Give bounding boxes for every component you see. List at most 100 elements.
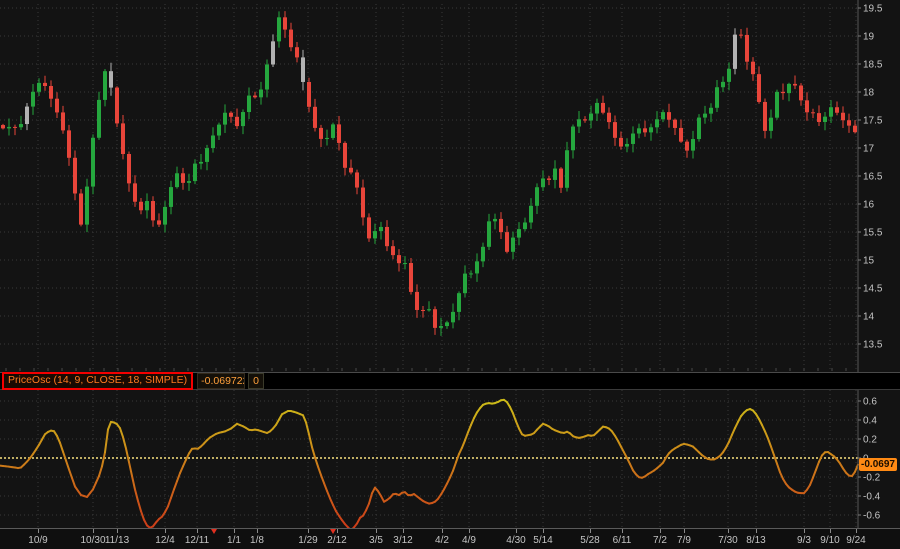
candle-body: [757, 74, 761, 102]
price-panel[interactable]: 19.51918.51817.51716.51615.51514.51413.5: [0, 0, 900, 372]
price-axis-label: 16.5: [863, 172, 883, 183]
date-tick: [308, 529, 309, 533]
candle-body: [631, 134, 635, 144]
candle-body: [349, 168, 353, 173]
price-axis-label: 15.5: [863, 228, 883, 239]
candle-body: [385, 227, 389, 246]
candle-body: [79, 193, 83, 224]
date-label: 12/11: [185, 535, 209, 546]
date-axis[interactable]: 10/910/3011/1312/412/111/11/81/292/123/5…: [0, 528, 900, 549]
candle-body: [253, 96, 257, 98]
priceosc-zero-box: 0: [248, 373, 264, 389]
candle-body: [265, 64, 269, 89]
candle-body: [559, 169, 563, 188]
candle-body: [853, 126, 857, 133]
candle-body: [313, 107, 317, 128]
candle-body: [481, 247, 485, 262]
candle-body: [763, 102, 767, 131]
date-label: 5/14: [533, 535, 552, 546]
candle-body: [379, 227, 383, 231]
candle-body: [127, 154, 131, 183]
candle-body: [187, 181, 191, 183]
price-axis[interactable]: 19.51918.51817.51716.51615.51514.51413.5: [858, 0, 883, 372]
date-tick: [469, 529, 470, 533]
candle-body: [151, 201, 155, 220]
date-tick: [590, 529, 591, 533]
candle-body: [61, 112, 65, 130]
oscillator-panel[interactable]: 0.60.40.20-0.2-0.4-0.6: [0, 390, 900, 528]
candle-body: [829, 107, 833, 116]
candle-body: [67, 130, 71, 157]
candle-body: [139, 202, 143, 211]
candle-body: [391, 246, 395, 255]
oscillator-axis-label: 0.2: [863, 435, 877, 446]
candle-body: [37, 83, 41, 92]
candle-body: [73, 158, 77, 194]
candle-body: [109, 71, 113, 87]
candle-body: [685, 142, 689, 151]
candle-body: [751, 62, 755, 74]
event-marker-icon[interactable]: [211, 529, 217, 534]
date-label: 11/13: [105, 535, 129, 546]
priceosc-label-box[interactable]: PriceOsc (14, 9, CLOSE, 18, SIMPLE): [2, 372, 193, 390]
candle-body: [523, 222, 527, 229]
candle-body: [733, 35, 737, 69]
event-marker-icon[interactable]: [330, 529, 336, 534]
date-label: 8/13: [746, 535, 765, 546]
date-tick: [804, 529, 805, 533]
candle-body: [655, 119, 659, 127]
date-tick: [830, 529, 831, 533]
candle-body: [355, 172, 359, 187]
candle-body: [223, 113, 227, 125]
candle-body: [103, 71, 107, 100]
candle-body: [277, 17, 281, 41]
candle-body: [703, 114, 707, 118]
candle-body: [307, 82, 311, 107]
candle-body: [7, 127, 11, 128]
candle-body: [247, 96, 251, 112]
candle-body: [85, 187, 89, 225]
candle-body: [499, 219, 503, 232]
date-label: 9/3: [797, 535, 811, 546]
candle-body: [301, 57, 305, 82]
candle-body: [841, 113, 845, 120]
candle-body: [553, 169, 557, 180]
candle-body: [181, 173, 185, 183]
date-label: 1/8: [250, 535, 264, 546]
date-label: 7/2: [653, 535, 667, 546]
candle-body: [505, 232, 509, 252]
candle-body: [601, 103, 605, 113]
candle-body: [475, 261, 479, 273]
candle-body: [193, 164, 197, 181]
candle-body: [325, 138, 329, 139]
candle-body: [835, 107, 839, 113]
candle-body: [439, 326, 443, 328]
chart-window: 19.51918.51817.51716.51615.51514.51413.5…: [0, 0, 900, 549]
date-tick: [197, 529, 198, 533]
date-tick: [376, 529, 377, 533]
date-label: 1/29: [298, 535, 317, 546]
date-tick: [856, 529, 857, 533]
candle-body: [565, 150, 569, 188]
candle-body: [511, 238, 515, 252]
priceosc-line: [0, 400, 858, 528]
candle-body: [535, 187, 539, 206]
candle-body: [97, 100, 101, 138]
candle-body: [817, 113, 821, 122]
date-label: 4/30: [506, 535, 525, 546]
oscillator-axis-label: -0.2: [863, 473, 881, 484]
date-label: 9/24: [846, 535, 865, 546]
priceosc-value-box: -0.0697222: [197, 373, 245, 389]
date-tick: [93, 529, 94, 533]
date-label: 7/9: [677, 535, 691, 546]
price-axis-label: 13.5: [863, 340, 883, 351]
candle-body: [361, 188, 365, 218]
candle-body: [373, 231, 377, 238]
candle-body: [649, 127, 653, 132]
candle-body: [199, 162, 203, 164]
candle-body: [667, 112, 671, 120]
date-label: 6/11: [613, 535, 632, 546]
candle-body: [577, 119, 581, 126]
date-label: 3/5: [369, 535, 383, 546]
candle-body: [217, 125, 221, 136]
